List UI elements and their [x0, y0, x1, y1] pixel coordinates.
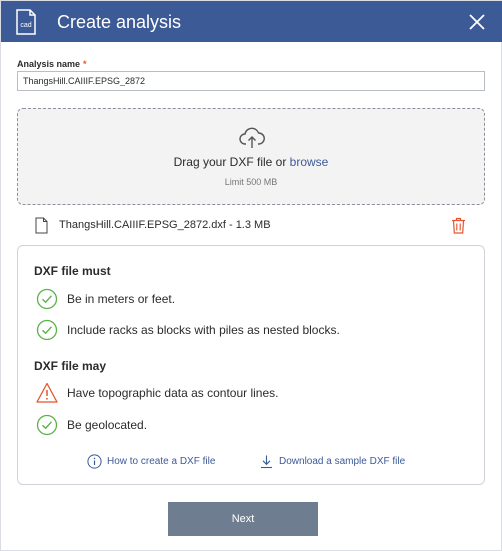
- next-button[interactable]: Next: [168, 502, 318, 536]
- how-to-create-dxf-text: How to create a DXF file: [107, 456, 216, 467]
- dropzone-text: Drag your DXF file or browse: [18, 155, 484, 170]
- trash-icon[interactable]: [451, 217, 466, 234]
- info-icon: [87, 454, 102, 469]
- dialog-title: Create analysis: [57, 12, 182, 32]
- download-sample-dxf-text: Download a sample DXF file: [279, 456, 406, 467]
- may-item-text: Have topographic data as contour lines.: [67, 386, 279, 400]
- download-sample-dxf-link[interactable]: Download a sample DXF file: [259, 454, 429, 470]
- analysis-name-label-text: Analysis name: [17, 59, 81, 69]
- must-item: Be in meters or feet.: [36, 288, 476, 310]
- must-item-text: Be in meters or feet.: [67, 292, 176, 306]
- check-circle-icon: [36, 414, 58, 436]
- file-icon: [35, 217, 48, 234]
- required-mark: *: [83, 59, 87, 69]
- dxf-dropzone[interactable]: Drag your DXF file or browse Limit 500 M…: [17, 108, 485, 205]
- dropzone-drag-text: Drag your DXF file or: [173, 155, 290, 169]
- check-circle-icon: [36, 319, 58, 341]
- dialog-header: cad Create analysis: [1, 1, 502, 42]
- uploaded-file-row: ThangsHill.CAIIIF.EPSG_2872.dxf - 1.3 MB: [31, 215, 471, 235]
- must-item: Include racks as blocks with piles as ne…: [36, 319, 476, 341]
- may-item: Have topographic data as contour lines.: [36, 382, 476, 404]
- dropzone-limit: Limit 500 MB: [224, 177, 278, 187]
- may-item: Be geolocated.: [36, 414, 476, 436]
- download-icon: [261, 455, 272, 469]
- cad-file-icon: cad: [16, 9, 36, 35]
- may-title: DXF file may: [34, 359, 107, 373]
- how-to-create-dxf-link[interactable]: How to create a DXF file: [87, 454, 237, 470]
- close-icon[interactable]: [467, 12, 487, 32]
- uploaded-file-name: ThangsHill.CAIIIF.EPSG_2872.dxf - 1.3 MB: [59, 219, 271, 231]
- analysis-name-label: Analysis name *: [17, 58, 87, 70]
- create-analysis-dialog: cad Create analysis Analysis name* Drag …: [0, 0, 502, 551]
- must-item-text: Include racks as blocks with piles as ne…: [67, 323, 340, 337]
- cloud-upload-icon: [239, 127, 265, 148]
- cad-icon-label: cad: [20, 22, 31, 29]
- check-circle-icon: [36, 288, 58, 310]
- may-item-text: Be geolocated.: [67, 418, 148, 432]
- warning-icon: [36, 382, 58, 403]
- dxf-requirements-panel: DXF file must Be in meters or feet. Incl…: [17, 245, 485, 485]
- must-title: DXF file must: [34, 264, 111, 278]
- analysis-name-input[interactable]: [17, 71, 485, 91]
- browse-link[interactable]: browse: [290, 155, 329, 169]
